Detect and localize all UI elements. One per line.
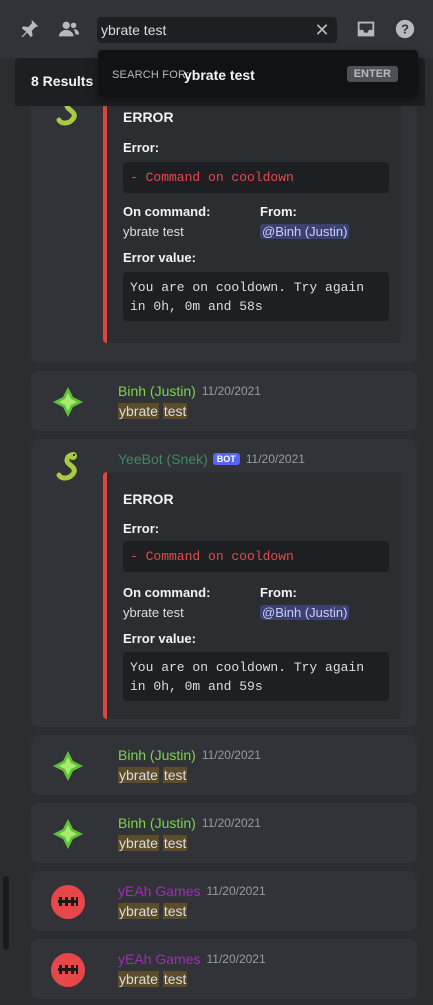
result-card[interactable]: yEAh Games 11/20/2021 ybrate test (31, 939, 417, 999)
message-content: ybrate test (118, 767, 188, 783)
message-header: Binh (Justin) 11/20/2021 (118, 815, 261, 831)
embed-error-label: Error: (123, 140, 160, 155)
timestamp: 11/20/2021 (206, 952, 266, 966)
result-card[interactable]: Binh (Justin) 11/20/2021 ybrate test (31, 371, 417, 431)
on-command-value: ybrate test (123, 605, 184, 620)
embed-title: ERROR (123, 491, 174, 507)
result-card[interactable]: Binh (Justin) 11/20/2021 ybrate test (31, 735, 417, 795)
from-mention[interactable]: @Binh (Justin) (260, 605, 350, 620)
clear-search-icon[interactable]: ✕ (313, 21, 331, 39)
on-command-value: ybrate test (123, 224, 184, 239)
results-count: 8 Results (31, 73, 94, 89)
timestamp: 11/20/2021 (245, 452, 305, 466)
snake-avatar[interactable] (51, 106, 85, 130)
error-value-codeblock: You are on cooldown. Try again in 0h, 0m… (123, 272, 389, 321)
bot-tag: BOT (212, 453, 240, 465)
error-value-label: Error value: (123, 250, 196, 265)
yeah-games-avatar[interactable] (51, 885, 85, 919)
author-name[interactable]: YeeBot (Snek) (118, 451, 208, 467)
svg-text:?: ? (401, 22, 409, 37)
error-codeblock: - Command on cooldown (123, 162, 389, 193)
embed-title: ERROR (123, 109, 174, 125)
help-icon[interactable]: ? (393, 17, 417, 41)
search-suggestion-popup[interactable]: SEARCH FOR: ybrate test ENTER (98, 50, 418, 96)
pin-icon[interactable] (17, 17, 41, 41)
result-card[interactable]: YeeBot (Snek) BOT 11/20/2021 ERROR Error… (31, 439, 417, 727)
from-label: From: (260, 585, 297, 600)
snake-avatar[interactable] (51, 451, 85, 485)
error-value-codeblock: You are on cooldown. Try again in 0h, 0m… (123, 652, 389, 701)
search-box[interactable]: ✕ (97, 17, 337, 43)
timestamp: 11/20/2021 (201, 384, 261, 398)
from-mention[interactable]: @Binh (Justin) (260, 224, 350, 239)
timestamp: 11/20/2021 (201, 816, 261, 830)
enter-key-hint: ENTER (346, 66, 398, 82)
message-content: ybrate test (118, 835, 188, 851)
timestamp: 11/20/2021 (206, 884, 266, 898)
green-sparkle-avatar[interactable] (51, 817, 85, 851)
result-card[interactable]: Binh (Justin) 11/20/2021 ybrate test (31, 803, 417, 863)
inbox-icon[interactable] (354, 17, 378, 41)
members-icon[interactable] (57, 17, 81, 41)
message-header: Binh (Justin) 11/20/2021 (118, 747, 261, 763)
error-embed: ERROR Error: - Command on cooldown On co… (103, 472, 401, 719)
from-label: From: (260, 204, 297, 219)
search-for-query[interactable]: ybrate test (184, 67, 255, 83)
on-command-label: On command: (123, 204, 211, 219)
message-content: ybrate test (118, 403, 188, 419)
scrollbar[interactable] (3, 876, 9, 950)
error-codeblock: - Command on cooldown (123, 541, 389, 572)
message-header: yEAh Games 11/20/2021 (118, 951, 266, 967)
on-command-label: On command: (123, 585, 211, 600)
timestamp: 11/20/2021 (201, 748, 261, 762)
author-name[interactable]: yEAh Games (118, 883, 200, 899)
result-card[interactable]: yEAh Games 11/20/2021 ybrate test (31, 871, 417, 931)
search-input[interactable] (101, 17, 306, 43)
yeah-games-avatar[interactable] (51, 953, 85, 987)
search-for-label: SEARCH FOR: (112, 69, 190, 81)
author-name[interactable]: Binh (Justin) (118, 815, 196, 831)
green-sparkle-avatar[interactable] (51, 385, 85, 419)
error-embed: ERROR Error: - Command on cooldown On co… (103, 106, 401, 343)
author-name[interactable]: Binh (Justin) (118, 383, 196, 399)
message-header: Binh (Justin) 11/20/2021 (118, 383, 261, 399)
author-name[interactable]: yEAh Games (118, 951, 200, 967)
error-value-label: Error value: (123, 631, 196, 646)
result-card[interactable]: ERROR Error: - Command on cooldown On co… (31, 106, 417, 362)
message-content: ybrate test (118, 903, 188, 919)
author-name[interactable]: Binh (Justin) (118, 747, 196, 763)
message-header: YeeBot (Snek) BOT 11/20/2021 (118, 451, 305, 467)
embed-error-label: Error: (123, 521, 160, 536)
green-sparkle-avatar[interactable] (51, 749, 85, 783)
message-header: yEAh Games 11/20/2021 (118, 883, 266, 899)
search-results-list[interactable]: ERROR Error: - Command on cooldown On co… (15, 106, 425, 1005)
message-content: ybrate test (118, 971, 188, 987)
